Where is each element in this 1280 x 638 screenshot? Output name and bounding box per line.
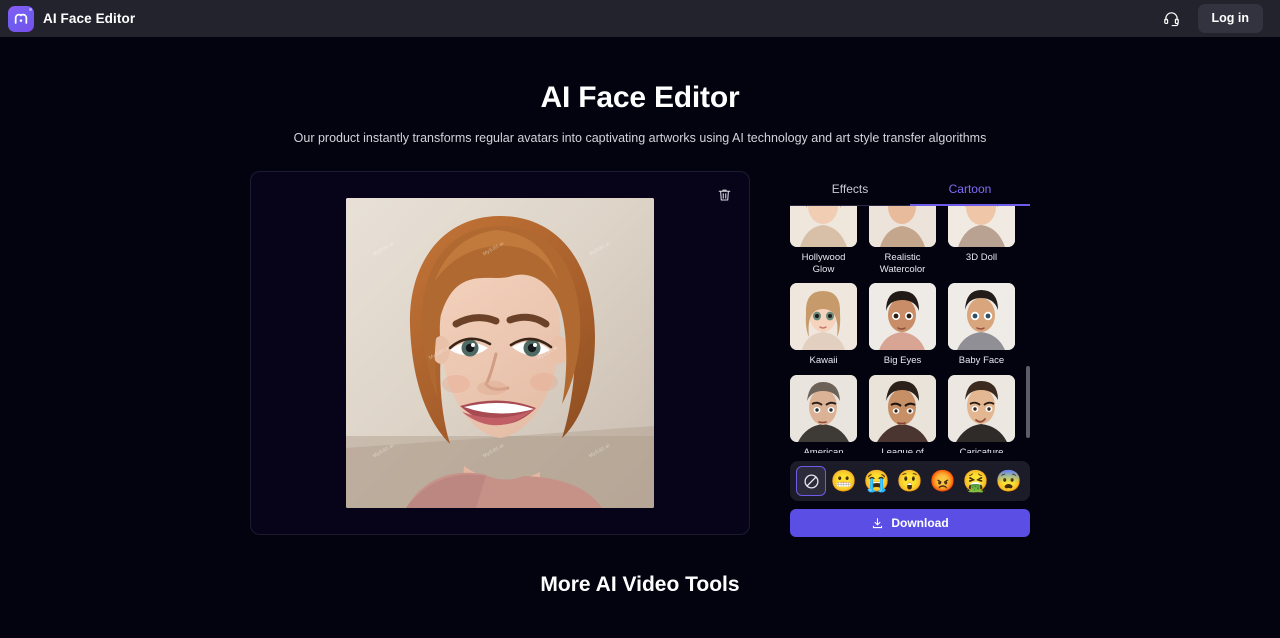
expression-angry-face[interactable]: 😡 (928, 466, 958, 496)
style-grid: Hollywood Glow Realistic Watercolor 3D D… (790, 206, 1030, 453)
style-thumbnail (948, 374, 1015, 442)
expression-selector: 😬 😭 😲 😡 🤮 😨 (790, 461, 1030, 501)
style-thumbnail (869, 283, 936, 350)
style-option-league-of-legends[interactable]: League of Legends (869, 374, 936, 454)
download-button-label: Download (891, 516, 949, 530)
style-panel: Effects Cartoon Hollywood Glow Realistic… (790, 171, 1030, 537)
expression-nauseated-face[interactable]: 🤮 (961, 466, 991, 496)
more-tools-title: More AI Video Tools (540, 573, 740, 596)
login-button[interactable]: Log in (1197, 4, 1263, 33)
style-thumbnail (790, 283, 857, 350)
style-thumbnail (869, 206, 936, 247)
scrollbar-thumb[interactable] (1026, 366, 1030, 438)
style-option-kawaii[interactable]: Kawaii (790, 283, 857, 367)
expression-fearful-face[interactable]: 😨 (994, 466, 1024, 496)
image-preview-card: MyEdit.ai MyEdit.ai MyEdit.ai MyEdit.ai … (250, 171, 750, 535)
brand-name: AI Face Editor (43, 11, 136, 26)
download-icon (871, 517, 884, 530)
style-thumbnail (790, 374, 857, 442)
style-label: League of Legends (881, 446, 924, 454)
no-expression-icon (803, 473, 819, 489)
expression-grinning-scared-face[interactable]: 😬 (829, 466, 859, 496)
page-subtitle: Our product instantly transforms regular… (293, 131, 987, 145)
more-tools-section: More AI Video Tools (0, 573, 1280, 597)
style-label: American Comics (803, 446, 844, 454)
style-label: Hollywood Glow (801, 252, 846, 275)
header-actions: Log in (1158, 4, 1263, 33)
style-list-scrollbar[interactable] (1026, 236, 1030, 451)
style-label: 3D Doll (965, 252, 998, 263)
style-list-scroll-area[interactable]: Hollywood Glow Realistic Watercolor 3D D… (790, 206, 1030, 453)
style-option-realistic-watercolor[interactable]: Realistic Watercolor (869, 206, 936, 275)
style-option-hollywood-glow[interactable]: Hollywood Glow (790, 206, 857, 275)
style-option-baby-face[interactable]: Baby Face (948, 283, 1015, 367)
style-label: Kawaii (809, 355, 838, 366)
style-label: Baby Face (958, 355, 1005, 366)
style-thumbnail (869, 374, 936, 442)
style-option-big-eyes[interactable]: Big Eyes (869, 283, 936, 367)
download-button[interactable]: Download (790, 509, 1030, 537)
expression-loudly-crying-face[interactable]: 😭 (862, 466, 892, 496)
brand[interactable]: AI Face Editor (8, 5, 136, 32)
tab-effects[interactable]: Effects (790, 175, 910, 205)
style-option-caricature[interactable]: Caricature (948, 374, 1015, 454)
app-logo-icon (8, 5, 34, 32)
expression-astonished-face[interactable]: 😲 (895, 466, 925, 496)
style-thumbnail (948, 283, 1015, 350)
headset-icon[interactable] (1158, 5, 1186, 33)
page-title: AI Face Editor (540, 81, 740, 114)
trash-icon[interactable] (711, 182, 737, 208)
style-option-3d-doll[interactable]: 3D Doll (948, 206, 1015, 275)
style-thumbnail (790, 206, 857, 247)
preview-image[interactable]: MyEdit.ai MyEdit.ai MyEdit.ai MyEdit.ai … (346, 198, 654, 508)
style-thumbnail (948, 206, 1015, 247)
style-tabs: Effects Cartoon (790, 175, 1030, 206)
style-label: Big Eyes (883, 355, 922, 366)
app-header: AI Face Editor Log in (0, 0, 1280, 37)
tab-cartoon[interactable]: Cartoon (910, 175, 1030, 206)
style-label: Realistic Watercolor (879, 252, 926, 275)
workspace: MyEdit.ai MyEdit.ai MyEdit.ai MyEdit.ai … (250, 171, 1030, 537)
style-option-american-comics[interactable]: American Comics (790, 374, 857, 454)
style-label: Caricature (959, 446, 1004, 454)
expression-none[interactable] (796, 466, 826, 496)
hero-section: AI Face Editor Our product instantly tra… (0, 37, 1280, 145)
